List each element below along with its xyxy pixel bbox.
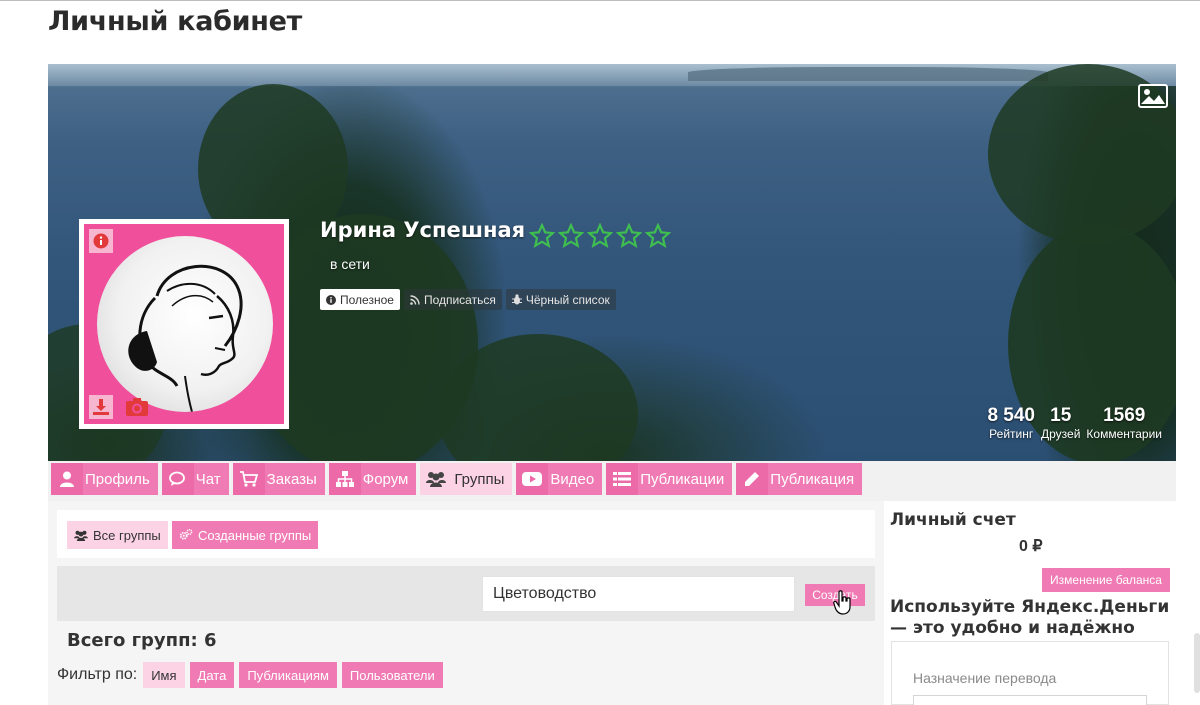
download-icon[interactable] [89, 395, 113, 419]
yandex-money-text: Используйте Яндекс.Деньги — это удобно и… [890, 597, 1170, 638]
useful-button[interactable]: Полезное [320, 289, 400, 310]
account-sidebar: Личный счет 0 ₽ Изменение баланса Исполь… [884, 501, 1176, 705]
user-icon [51, 463, 83, 495]
yandex-payment-form: Назначение перевода [891, 641, 1169, 705]
filter-publications[interactable]: Публикациям [239, 662, 337, 688]
filter-date[interactable]: Дата [189, 662, 235, 688]
camera-icon[interactable] [124, 395, 150, 419]
page-scrollbar[interactable] [1194, 633, 1200, 693]
avatar [79, 219, 289, 429]
star-icon [587, 223, 613, 248]
tab-all-groups[interactable]: Все группы [67, 521, 168, 549]
filter-users[interactable]: Пользователи [341, 662, 443, 688]
cart-icon [232, 463, 265, 495]
nav-profile[interactable]: Профиль [51, 463, 158, 495]
rating-stars [529, 223, 671, 249]
nav-label: Профиль [85, 470, 150, 488]
stat-label: Рейтинг [989, 427, 1034, 441]
account-title: Личный счет [890, 510, 1016, 530]
profile-cover: Ирина Успешная в сети Полезное Подписать… [48, 64, 1176, 461]
avatar-frame [84, 224, 284, 424]
profile-nav: Профиль Чат Заказы Форум Группы Видео Пу… [51, 463, 863, 495]
stat-value: 1569 [1103, 405, 1146, 426]
nav-publications[interactable]: Публикации [606, 463, 733, 495]
stat-rating: 8 540 Рейтинг [987, 405, 1035, 441]
star-icon [558, 223, 584, 248]
stat-label: Комментарии [1086, 427, 1162, 441]
sitemap-icon [328, 463, 361, 495]
filter-name[interactable]: Имя [143, 662, 185, 688]
user-name: Ирина Успешная [320, 218, 526, 242]
stat-value: 8 540 [987, 405, 1035, 426]
nav-chat[interactable]: Чат [161, 463, 229, 495]
cover-shore [688, 67, 1048, 81]
transfer-purpose-label: Назначение перевода [913, 670, 1057, 686]
info-icon[interactable] [89, 229, 113, 253]
total-groups: Всего групп: 6 [67, 630, 217, 651]
page-title: Личный кабинет [48, 6, 303, 37]
subscribe-label: Подписаться [423, 292, 496, 307]
blacklist-label: Чёрный список [525, 292, 610, 307]
rss-icon [410, 294, 420, 305]
woman-portrait-icon [128, 264, 243, 412]
group-name-input[interactable]: Цветоводство [482, 576, 795, 612]
account-balance: 0 ₽ [1019, 538, 1043, 555]
stat-label: Друзей [1040, 427, 1081, 441]
nav-forum[interactable]: Форум [328, 463, 417, 495]
useful-label: Полезное [340, 292, 394, 307]
nav-orders[interactable]: Заказы [232, 463, 325, 495]
profile-actions: Полезное Подписаться Чёрный список [320, 289, 616, 310]
list-icon [606, 463, 639, 495]
nav-label: Группы [454, 470, 505, 488]
users-icon [74, 530, 88, 541]
nav-label: Публикации [640, 470, 725, 488]
create-group-panel: Цветоводство Создать [57, 566, 875, 621]
tab-label: Все группы [93, 527, 161, 543]
nav-new-publication[interactable]: Публикация [736, 463, 863, 495]
filter-label: Фильтр по: [57, 666, 138, 683]
filter-bar: Фильтр по: Имя Дата Публикациям Пользова… [57, 662, 443, 688]
nav-label: Заказы [266, 470, 317, 488]
users-icon [420, 463, 453, 495]
star-icon [529, 223, 555, 248]
chat-icon [161, 463, 194, 495]
image-icon[interactable] [1138, 84, 1168, 108]
top-divider [0, 0, 1200, 1]
subscribe-button[interactable]: Подписаться [403, 289, 502, 310]
blacklist-button[interactable]: Чёрный список [505, 289, 616, 310]
stat-value: 15 [1050, 405, 1072, 426]
cogs-icon [179, 529, 193, 540]
bug-icon [511, 294, 522, 305]
transfer-purpose-input[interactable] [913, 695, 1147, 705]
hand-cursor-icon [833, 590, 851, 615]
nav-video[interactable]: Видео [516, 463, 603, 495]
youtube-icon [516, 463, 549, 495]
tab-label: Созданные группы [198, 527, 312, 543]
change-balance-button[interactable]: Изменение баланса [1042, 568, 1170, 592]
nav-groups[interactable]: Группы [420, 463, 513, 495]
nav-label: Чат [195, 470, 221, 488]
tab-created-groups[interactable]: Созданные группы [172, 521, 319, 549]
avatar-portrait [97, 236, 273, 412]
profile-stats: 8 540 Рейтинг 15 Друзей 1569 Комментарии [987, 405, 1162, 441]
pencil-icon [736, 463, 769, 495]
nav-label: Публикация [770, 470, 855, 488]
nav-label: Форум [362, 470, 409, 488]
groups-tabs: Все группы Созданные группы [57, 510, 875, 558]
star-icon [616, 223, 642, 248]
stat-friends[interactable]: 15 Друзей [1041, 405, 1080, 441]
star-icon [645, 223, 671, 248]
stat-comments[interactable]: 1569 Комментарии [1086, 405, 1162, 441]
nav-label: Видео [550, 470, 595, 488]
online-status: в сети [330, 256, 370, 272]
info-icon [326, 294, 336, 305]
